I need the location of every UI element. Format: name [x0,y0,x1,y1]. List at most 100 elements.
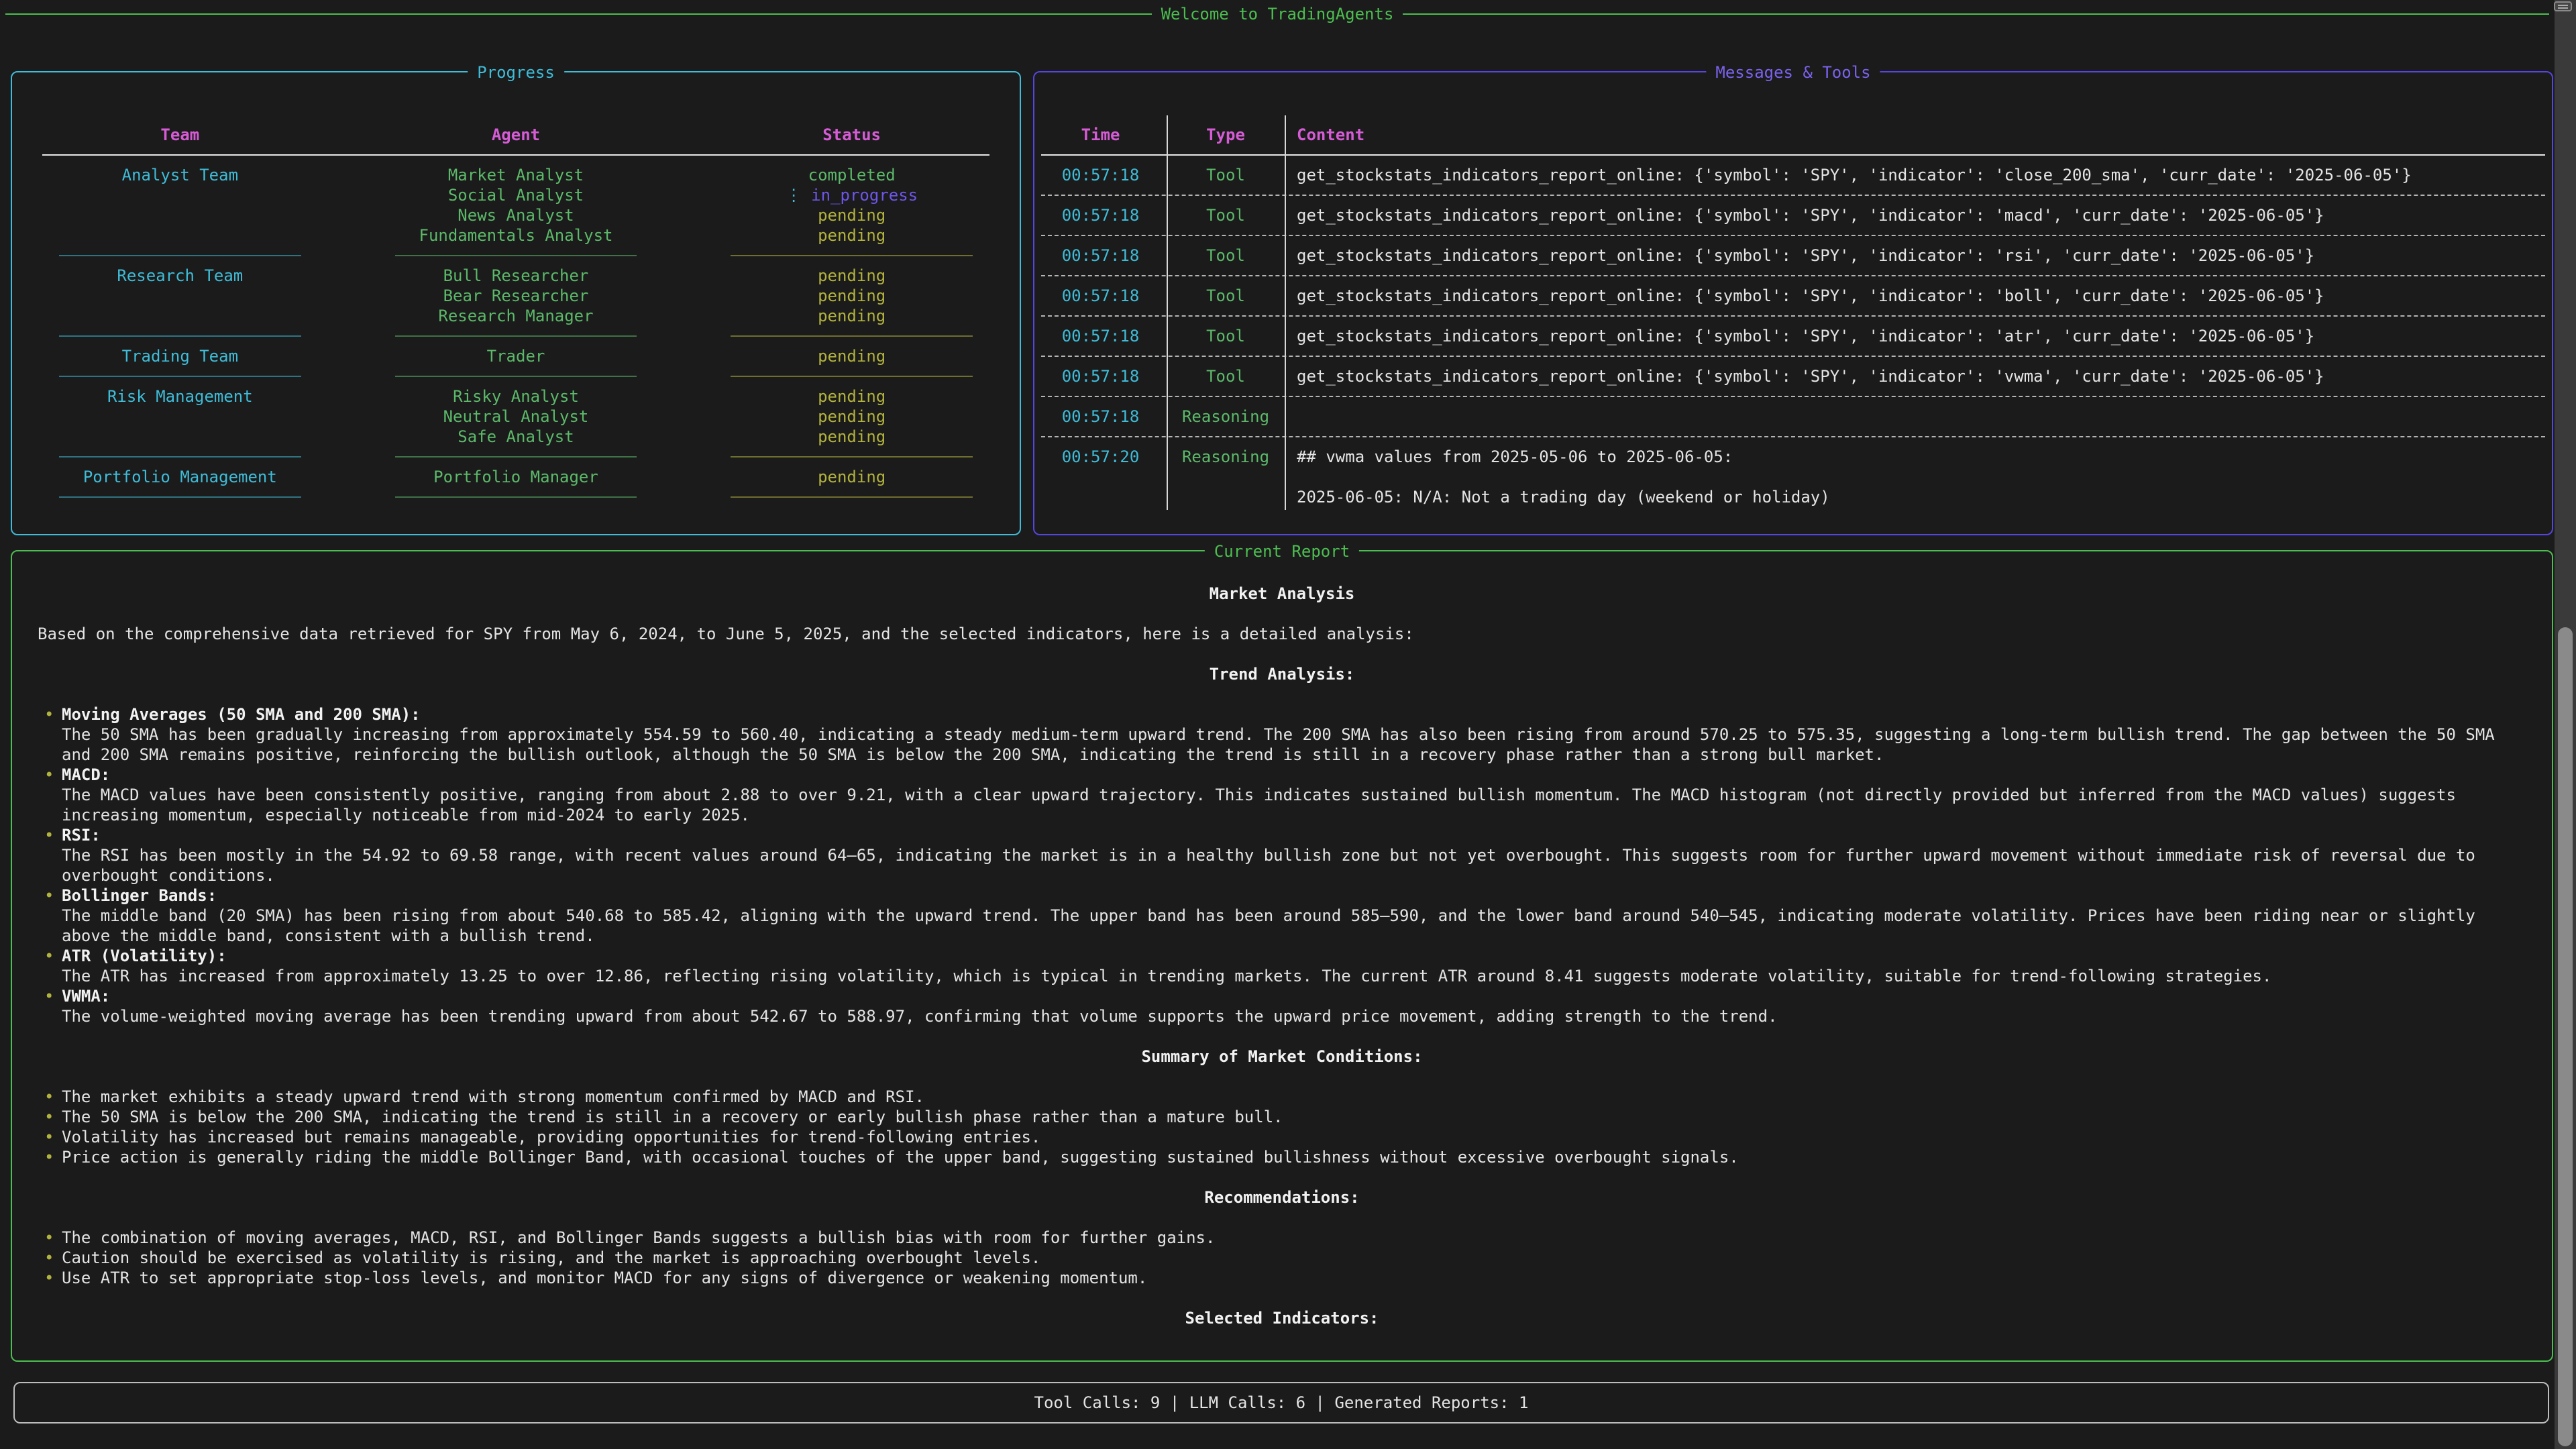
bullet-title: ATR (Volatility): [62,946,2526,966]
progress-status-cell: pending [684,467,1020,487]
messages-column-divider [1167,115,1168,510]
bullet-body: The market exhibits a steady upward tren… [62,1087,2526,1107]
report-bullet: The market exhibits a steady upward tren… [38,1087,2526,1107]
footer-stats-box: Tool Calls: 9 | LLM Calls: 6 | Generated… [13,1382,2549,1424]
message-time: 00:57:18 [1034,407,1167,427]
status-label: completed [808,166,896,184]
bullet-body: The volume-weighted moving average has b… [62,1006,2526,1026]
report-panel-title: Current Report [1205,541,1359,561]
bullet-body: Volatility has increased but remains man… [62,1127,2526,1147]
message-type: Tool [1167,246,1285,266]
progress-team-cell [12,205,348,225]
progress-group-separator [684,366,1020,386]
progress-status-cell: pending [684,225,1020,246]
app-title: Welcome to TradingAgents [1161,4,1394,24]
message-time: 00:57:18 [1034,366,1167,386]
progress-agent-cell: Safe Analyst [348,427,684,447]
message-type: Tool [1167,205,1285,225]
progress-group-separator [684,447,1020,467]
bullet-body: The 50 SMA has been gradually increasing… [62,724,2526,765]
progress-agent-cell: Fundamentals Analyst [348,225,684,246]
bullet-body: The 50 SMA is below the 200 SMA, indicat… [62,1107,2526,1127]
messages-row-separator [1034,306,2552,326]
status-label: pending [818,266,885,285]
progress-status-cell: pending [684,407,1020,427]
progress-col-header-status: Status [684,125,1020,145]
report-section-heading: Trend Analysis: [38,664,2526,684]
messages-row-separator [1034,225,2552,246]
bullet-body: The combination of moving averages, MACD… [62,1228,2526,1248]
status-label: pending [818,387,885,406]
welcome-rule: Welcome to TradingAgents [5,4,2549,24]
progress-group-separator [12,487,348,507]
message-content: get_stockstats_indicators_report_online:… [1285,165,2552,185]
progress-agent-cell: Social Analyst [348,185,684,205]
current-report-panel: Current Report Market Analysis Based on … [11,550,2553,1362]
message-content: get_stockstats_indicators_report_online:… [1285,205,2552,225]
bullet-body: Use ATR to set appropriate stop-loss lev… [62,1268,2526,1288]
progress-agent-cell: Portfolio Manager [348,467,684,487]
progress-team-cell [12,306,348,326]
report-bullet: The combination of moving averages, MACD… [38,1228,2526,1248]
progress-agent-cell: News Analyst [348,205,684,225]
report-body: Market Analysis Based on the comprehensi… [12,551,2552,1360]
message-time: 00:57:18 [1034,246,1167,266]
report-bullet: Caution should be exercised as volatilit… [38,1248,2526,1268]
message-type: Tool [1167,165,1285,185]
spinner-icon: ⋮ [786,186,802,205]
scrollbar-thumb[interactable] [2558,627,2573,1446]
report-bullet: MACD:The MACD values have been consisten… [38,765,2526,825]
bullet-title: Bollinger Bands: [62,885,2526,906]
progress-status-cell: pending [684,266,1020,286]
progress-agent-cell: Research Manager [348,306,684,326]
message-time: 00:57:18 [1034,205,1167,225]
window-menu-icon[interactable] [2554,1,2572,11]
messages-column-divider [1285,115,1286,510]
report-sections: Trend Analysis: Moving Averages (50 SMA a… [38,664,2526,1328]
progress-panel: Progress Team Agent Status Analyst TeamM… [11,71,1021,535]
progress-group-separator [12,447,348,467]
progress-team-cell: Analyst Team [12,165,348,185]
progress-group-separator [348,246,684,266]
status-label: pending [818,307,885,325]
report-bullet: Volatility has increased but remains man… [38,1127,2526,1147]
progress-status-cell: pending [684,306,1020,326]
report-bullet: Moving Averages (50 SMA and 200 SMA):The… [38,704,2526,765]
bullet-title: MACD: [62,765,2526,785]
footer-stats: Tool Calls: 9 | LLM Calls: 6 | Generated… [1034,1393,1529,1413]
messages-row-separator [1034,185,2552,205]
page-scrollbar[interactable] [2555,0,2576,1449]
progress-status-cell: pending [684,386,1020,407]
progress-table: Team Agent Status Analyst TeamMarket Ana… [12,72,1020,507]
messages-col-header-type: Type [1167,125,1285,145]
report-bullet: The 50 SMA is below the 200 SMA, indicat… [38,1107,2526,1127]
progress-agent-cell: Bull Researcher [348,266,684,286]
messages-row-separator [1034,386,2552,407]
rule-line-left [5,13,1152,15]
progress-agent-cell: Bear Researcher [348,286,684,306]
progress-group-separator [684,487,1020,507]
progress-status-cell: pending [684,427,1020,447]
progress-team-cell [12,225,348,246]
progress-group-separator [348,366,684,386]
message-content: get_stockstats_indicators_report_online:… [1285,326,2552,346]
progress-group-separator [348,447,684,467]
bullet-title: Moving Averages (50 SMA and 200 SMA): [62,704,2526,724]
messages-col-header-time: Time [1034,125,1167,145]
bullet-title: RSI: [62,825,2526,845]
messages-col-header-content: Content [1285,125,2552,145]
progress-group-separator [348,487,684,507]
report-bullet: Price action is generally riding the mid… [38,1147,2526,1167]
report-bullet-list: The market exhibits a steady upward tren… [38,1087,2526,1167]
message-type: Tool [1167,326,1285,346]
message-time: 00:57:18 [1034,286,1167,306]
bullet-body: Price action is generally riding the mid… [62,1147,2526,1167]
report-intro: Based on the comprehensive data retrieve… [38,624,2526,644]
report-bullet: ATR (Volatility):The ATR has increased f… [38,946,2526,986]
messages-row-separator [1034,346,2552,366]
progress-team-cell [12,286,348,306]
message-content: get_stockstats_indicators_report_online:… [1285,286,2552,306]
messages-table: Time Type Content 00:57:18Toolget_stocks… [1034,72,2552,507]
status-label: pending [818,427,885,446]
status-label: pending [818,347,885,366]
